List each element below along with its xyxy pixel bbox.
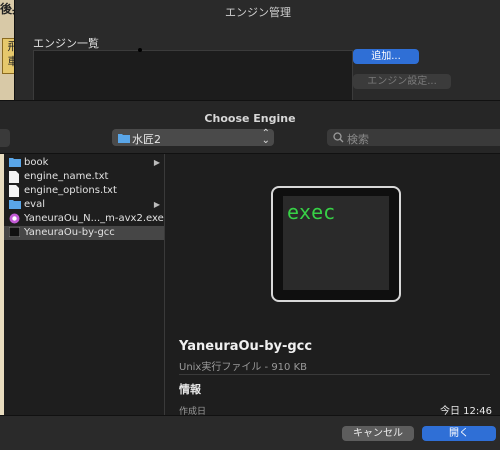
terminal-exec-icon: [8, 226, 21, 240]
cancel-button[interactable]: キャンセル: [342, 426, 414, 441]
nav-back-button[interactable]: [0, 129, 10, 147]
choose-engine-dialog: Choose Engine 水匠2 ⌃ ⌄ 検索 book ▶ engine_na…: [0, 100, 500, 450]
file-column: book ▶ engine_name.txt engine_options.tx…: [4, 154, 165, 416]
chevron-updown-icon: ⌃ ⌄: [261, 128, 270, 146]
engine-settings-button[interactable]: エンジン設定...: [353, 74, 451, 89]
file-name: YaneuraOu_N..._m-avx2.exe: [24, 213, 164, 224]
file-row-eval[interactable]: eval ▶: [4, 198, 164, 212]
engine-manager-title: エンジン管理: [225, 6, 291, 19]
file-row-book[interactable]: book ▶: [4, 156, 164, 170]
file-row-exe[interactable]: YaneuraOu_N..._m-avx2.exe: [4, 212, 164, 226]
chevron-right-icon: ▶: [153, 200, 160, 209]
file-row-selected[interactable]: YaneuraOu-by-gcc: [4, 226, 164, 240]
exec-terminal-icon: exec: [271, 186, 401, 302]
file-name: book: [24, 157, 49, 168]
file-name: YaneuraOu-by-gcc: [24, 227, 115, 238]
chevron-right-icon: ▶: [153, 158, 160, 167]
info-heading: 情報: [179, 383, 201, 396]
open-button[interactable]: 開く: [422, 426, 496, 441]
engine-list-label: エンジン一覧: [33, 37, 99, 50]
location-popup[interactable]: 水匠2 ⌃ ⌄: [112, 129, 274, 146]
search-placeholder: 検索: [347, 133, 369, 146]
folder-icon: [9, 199, 21, 212]
cursor-dot: [138, 48, 142, 52]
file-row-engine-name[interactable]: engine_name.txt: [4, 170, 164, 184]
dialog-footer: キャンセル 開く: [0, 415, 500, 450]
engine-list[interactable]: [33, 48, 353, 102]
file-preview: exec YaneuraOu-by-gcc Unix実行ファイル - 910 K…: [165, 154, 500, 417]
file-name: engine_options.txt: [24, 185, 117, 196]
divider: [179, 374, 490, 375]
app-exe-icon: [9, 213, 20, 227]
exec-label: exec: [287, 200, 336, 224]
engine-manager-window: エンジン管理 エンジン一覧 追加... エンジン設定...: [14, 0, 500, 102]
file-name: eval: [24, 199, 45, 210]
add-engine-button[interactable]: 追加...: [353, 49, 419, 64]
file-name: engine_name.txt: [24, 171, 109, 182]
preview-file-kind: Unix実行ファイル - 910 KB: [179, 362, 308, 373]
search-icon: [333, 132, 344, 146]
preview-file-name: YaneuraOu-by-gcc: [179, 339, 313, 354]
search-field[interactable]: 検索: [327, 129, 500, 146]
folder-icon: [118, 133, 130, 146]
dialog-title: Choose Engine: [204, 112, 296, 125]
folder-icon: [9, 157, 21, 170]
file-browser: book ▶ engine_name.txt engine_options.tx…: [0, 153, 500, 417]
location-label: 水匠2: [132, 133, 161, 146]
file-row-engine-options[interactable]: engine_options.txt: [4, 184, 164, 198]
